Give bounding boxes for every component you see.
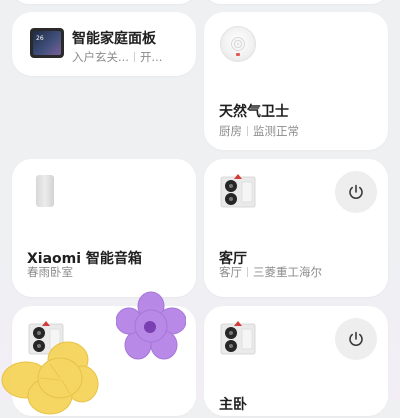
- device-status: 三菱重工海尔: [253, 265, 322, 279]
- device-subtitle: 入户玄关... 开...: [72, 49, 162, 65]
- device-room: 厨房: [219, 124, 242, 138]
- device-name: 天然气卫士: [219, 104, 289, 120]
- device-card-gas-detector[interactable]: 天然气卫士 厨房 监测正常: [204, 12, 388, 150]
- device-card-living-room-ac[interactable]: 客厅 客厅 三菱重工海尔: [204, 159, 388, 297]
- device-subtitle: 春雨卧室: [27, 264, 73, 280]
- air-conditioner-icon: [220, 173, 256, 213]
- device-name: 智能家庭面板: [72, 31, 156, 47]
- power-icon: [349, 184, 363, 199]
- divider: [247, 267, 248, 277]
- device-name: 主卧: [219, 397, 247, 413]
- device-card-smart-home-panel[interactable]: 26 智能家庭面板 入户玄关... 开...: [12, 12, 196, 76]
- device-status: 监测正常: [253, 124, 299, 138]
- smart-home-panel-icon: 26: [30, 28, 64, 58]
- power-button[interactable]: [335, 171, 377, 213]
- purple-flower-sticker: [116, 291, 186, 360]
- device-subtitle: 厨房 监测正常: [219, 123, 299, 139]
- device-status: 开...: [139, 50, 163, 64]
- gas-detector-icon: [220, 26, 256, 62]
- device-card-smart-speaker[interactable]: Xiaomi 智能音箱 春雨卧室: [12, 159, 196, 297]
- device-room: 入户玄关...: [72, 50, 129, 64]
- panel-screen-number: 26: [36, 35, 44, 42]
- device-card-partial-right[interactable]: [204, 0, 388, 4]
- divider: [247, 126, 248, 136]
- device-subtitle: 客厅 三菱重工海尔: [219, 264, 322, 280]
- air-conditioner-icon: [220, 320, 256, 360]
- device-room: 春雨卧室: [27, 265, 73, 279]
- power-icon: [349, 331, 363, 346]
- device-room: 客厅: [219, 265, 242, 279]
- divider: [133, 52, 135, 62]
- smart-speaker-icon: [36, 175, 54, 207]
- yellow-flower-sticker: [1, 341, 99, 415]
- power-button[interactable]: [335, 318, 377, 360]
- device-card-partial-left[interactable]: [12, 0, 196, 4]
